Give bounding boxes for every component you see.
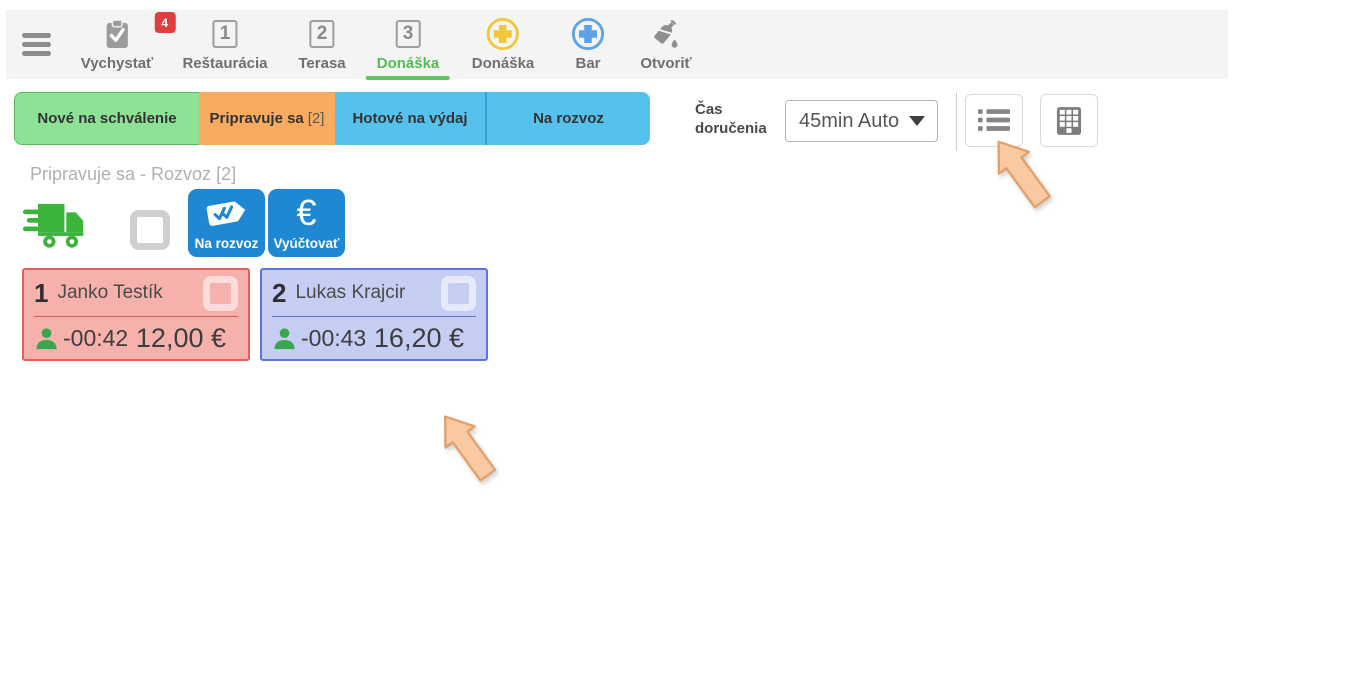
select-all-checkbox[interactable] [130,210,170,250]
plus-circle-yellow-icon [472,16,535,52]
order-timer: -00:42 [63,325,128,352]
tab-label: Otvoriť [640,55,691,72]
toolbar-divider [956,93,957,151]
dispatch-button[interactable]: Na rozvoz [188,189,265,257]
bottle-icon [640,16,691,52]
status-filter-tabs: Nové na schválenie Pripravuje sa [2] Hot… [14,92,650,145]
order-card-header: 2 Lukas Krajcir [272,270,476,317]
menu-icon[interactable] [22,27,56,61]
tab-label: Reštaurácia [182,55,267,72]
filter-tab-label: Nové na schválenie [37,110,176,127]
order-number: 2 [272,278,286,309]
clipboard-check-icon: 4 [81,16,154,52]
chevron-down-icon [909,116,925,126]
filter-tab-delivery[interactable]: Na rozvoz [487,92,650,145]
filter-tab-new[interactable]: Nové na schválenie [14,92,199,145]
order-price: 12,00 € [136,323,226,354]
delivery-time-value: 45min Auto [799,110,899,133]
status-badge: 4 [154,12,175,33]
tab-label: Vychystať [81,55,154,72]
list-view-icon [978,108,1010,133]
tag-check-icon [204,189,250,236]
order-price: 16,20 € [374,323,464,354]
room-number-icon: 3 [377,16,440,52]
tab-label: Donáška [377,55,440,72]
filter-tab-preparing[interactable]: Pripravuje sa [2] [199,92,335,145]
bill-button[interactable]: € Vyúčtovať [268,189,345,257]
order-timer: -00:43 [301,325,366,352]
filter-tab-label: Hotové na výdaj [352,110,467,127]
tab-otvorit[interactable]: Otvoriť [640,16,691,79]
list-view-button[interactable] [965,94,1023,147]
person-icon [34,326,59,351]
tab-donaska-active[interactable]: 3 Donáška [377,16,440,79]
order-checkbox[interactable] [441,276,476,311]
euro-icon: € [296,189,316,236]
order-checkbox[interactable] [203,276,238,311]
active-tab-indicator [366,76,450,80]
tab-label: Bar [571,55,605,72]
filter-tab-ready[interactable]: Hotové na výdaj [335,92,487,145]
person-icon [272,326,297,351]
order-number: 1 [34,278,48,309]
delivery-time-label: Čas doručenia [695,100,779,138]
grid-view-button[interactable] [1040,94,1098,147]
room-number-icon: 2 [298,16,345,52]
tab-label: Terasa [298,55,345,72]
tab-vychystat[interactable]: 4 Vychystať [81,16,154,79]
room-number-icon: 1 [182,16,267,52]
tab-donaska-new[interactable]: Donáška [472,16,535,79]
filter-tab-label: Na rozvoz [533,110,604,127]
delivery-truck-icon [22,201,88,257]
order-card-1[interactable]: 1 Janko Testík -00:42 12,00 € [22,268,250,361]
order-card-2[interactable]: 2 Lukas Krajcir -00:43 16,20 € [260,268,488,361]
tab-restauracia[interactable]: 1 Reštaurácia [182,16,267,79]
bill-button-label: Vyúčtovať [274,236,340,251]
tab-label: Donáška [472,55,535,72]
delivery-time-select[interactable]: 45min Auto [785,100,938,142]
pointer-arrow-icon [430,404,504,490]
order-card-footer: -00:43 16,20 € [272,317,476,360]
plus-circle-blue-icon [571,16,605,52]
filter-tab-label: Pripravuje sa [210,110,304,127]
order-customer-name: Janko Testík [57,282,162,304]
order-card-footer: -00:42 12,00 € [34,317,238,360]
tab-bar-new[interactable]: Bar [571,16,605,79]
order-card-header: 1 Janko Testík [34,270,238,317]
top-navbar: 4 Vychystať 1 Reštaurácia 2 Terasa 3 Don… [6,10,1228,79]
tab-terasa[interactable]: 2 Terasa [298,16,345,79]
dispatch-button-label: Na rozvoz [195,236,259,251]
order-customer-name: Lukas Krajcir [295,282,405,304]
grid-view-icon [1056,106,1082,136]
filter-tab-count: [2] [308,110,325,127]
section-heading: Pripravuje sa - Rozvoz [2] [30,164,236,185]
pos-screen: 4 Vychystať 1 Reštaurácia 2 Terasa 3 Don… [0,0,1347,699]
